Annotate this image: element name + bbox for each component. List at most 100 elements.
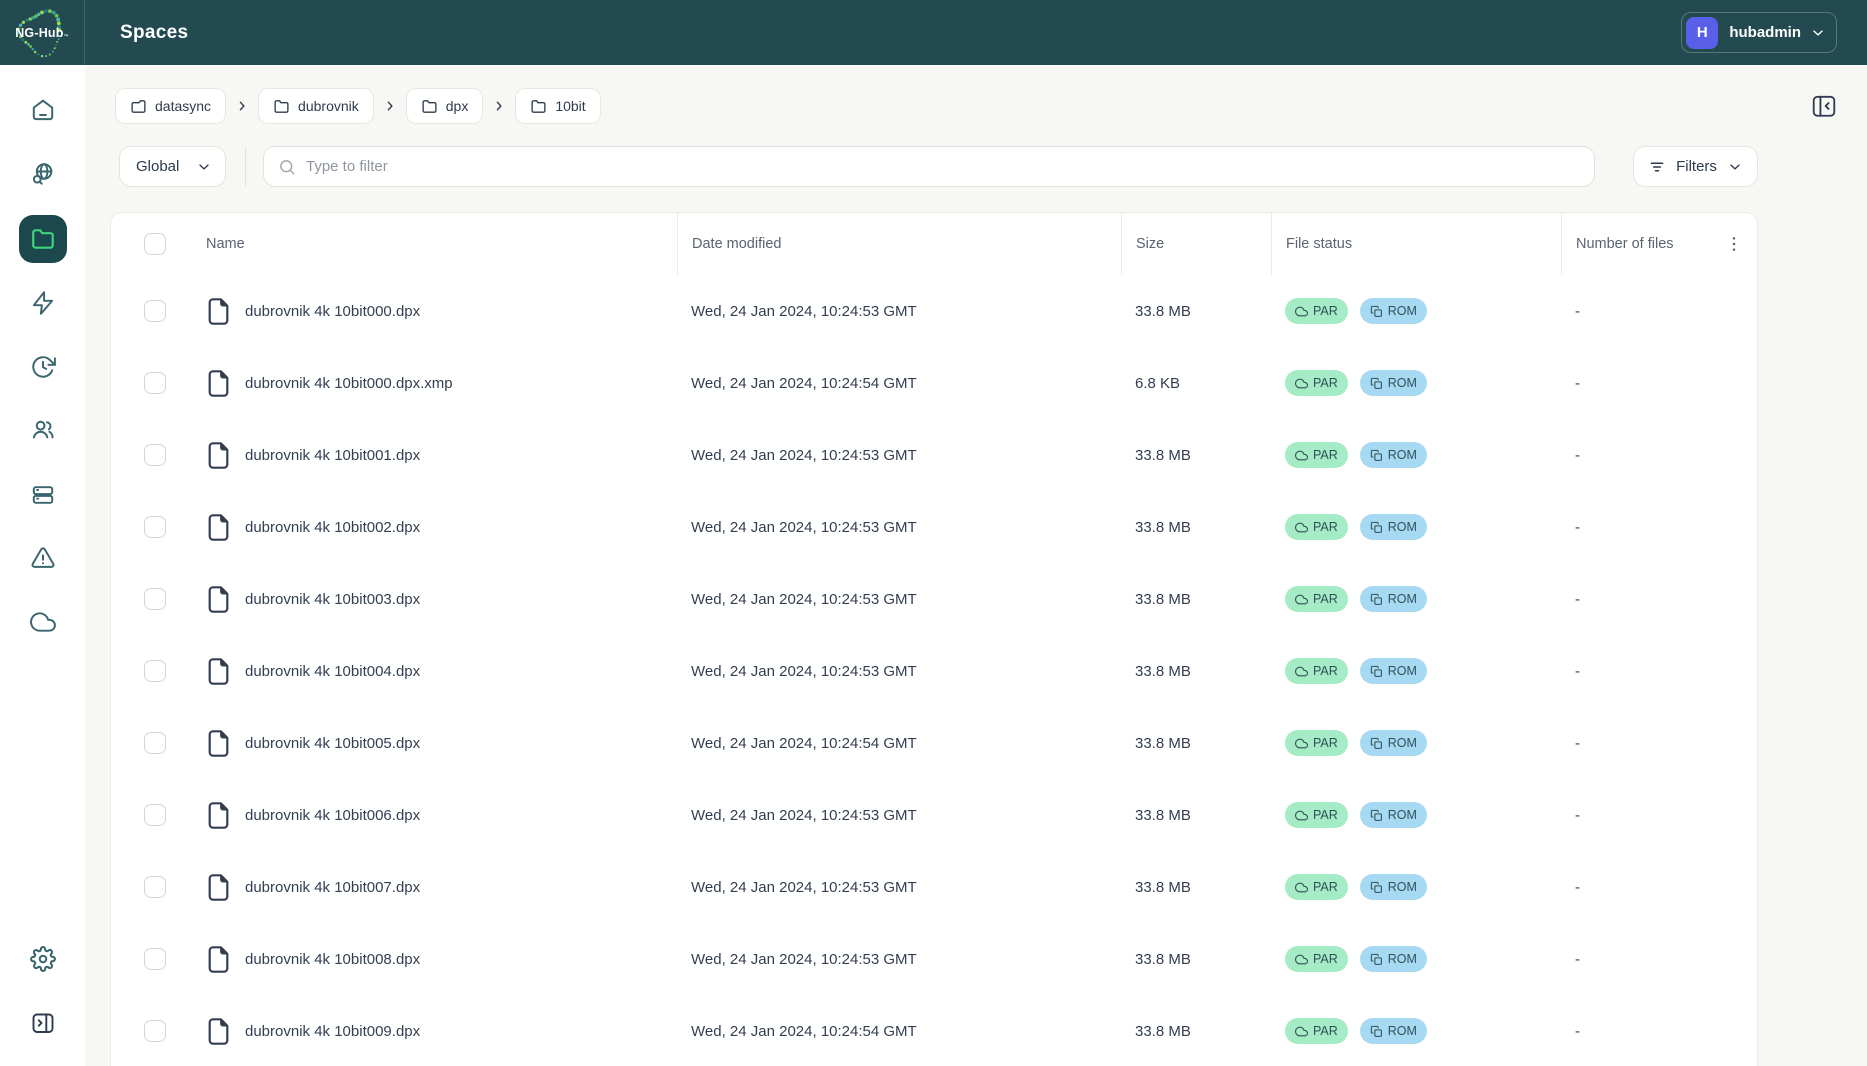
- table-row[interactable]: dubrovnik 4k 10bit009.dpx Wed, 24 Jan 20…: [111, 995, 1757, 1066]
- sidebar-item-discover[interactable]: [19, 150, 67, 198]
- status-badge-par: PAR: [1285, 802, 1348, 828]
- status-badge-par: PAR: [1285, 586, 1348, 612]
- table-row[interactable]: dubrovnik 4k 10bit005.dpx Wed, 24 Jan 20…: [111, 707, 1757, 779]
- date-modified: Wed, 24 Jan 2024, 10:24:53 GMT: [677, 779, 1121, 851]
- warning-triangle-icon: [30, 545, 56, 571]
- table-row[interactable]: dubrovnik 4k 10bit001.dpx Wed, 24 Jan 20…: [111, 419, 1757, 491]
- breadcrumb-item-datasync[interactable]: datasync: [115, 88, 226, 124]
- sidebar-item-home[interactable]: [19, 86, 67, 134]
- file-status: PARROM: [1271, 851, 1561, 923]
- date-modified: Wed, 24 Jan 2024, 10:24:53 GMT: [677, 851, 1121, 923]
- cloud-badge-icon: [1295, 521, 1308, 534]
- name-cell: dubrovnik 4k 10bit001.dpx: [111, 419, 677, 491]
- cloud-badge-icon: [1295, 305, 1308, 318]
- table-options-button[interactable]: [1709, 213, 1758, 275]
- file-icon: [206, 657, 231, 686]
- row-spacer: [1709, 851, 1758, 923]
- right-panel-toggle-button[interactable]: [1806, 88, 1842, 124]
- row-spacer: [1709, 779, 1758, 851]
- home-icon: [30, 97, 56, 123]
- breadcrumb-label: dpx: [446, 98, 469, 114]
- select-all-checkbox[interactable]: [144, 233, 166, 255]
- number-of-files: -: [1561, 275, 1709, 347]
- row-checkbox[interactable]: [144, 372, 166, 394]
- name-cell: dubrovnik 4k 10bit006.dpx: [111, 779, 677, 851]
- sidebar-item-settings[interactable]: [19, 935, 67, 983]
- file-status: PARROM: [1271, 923, 1561, 995]
- user-name: hubadmin: [1729, 24, 1801, 41]
- date-modified: Wed, 24 Jan 2024, 10:24:53 GMT: [677, 275, 1121, 347]
- row-checkbox[interactable]: [144, 876, 166, 898]
- cloud-icon: [30, 609, 56, 635]
- date-modified: Wed, 24 Jan 2024, 10:24:53 GMT: [677, 419, 1121, 491]
- table-row[interactable]: dubrovnik 4k 10bit000.dpx.xmp Wed, 24 Ja…: [111, 347, 1757, 419]
- row-spacer: [1709, 347, 1758, 419]
- app-logo[interactable]: NG-Hub™: [0, 0, 85, 65]
- chevron-right-icon: [235, 99, 249, 113]
- breadcrumb-item-10bit[interactable]: 10bit: [515, 88, 600, 124]
- scope-dropdown-label: Global: [136, 158, 179, 175]
- row-checkbox[interactable]: [144, 588, 166, 610]
- table-row[interactable]: dubrovnik 4k 10bit008.dpx Wed, 24 Jan 20…: [111, 923, 1757, 995]
- file-status: PARROM: [1271, 419, 1561, 491]
- file-name: dubrovnik 4k 10bit001.dpx: [245, 447, 420, 464]
- breadcrumb-separator: [235, 99, 249, 113]
- chevron-down-icon: [1727, 159, 1743, 175]
- column-header-name: Name: [111, 213, 677, 275]
- number-of-files: -: [1561, 347, 1709, 419]
- table-row[interactable]: dubrovnik 4k 10bit004.dpx Wed, 24 Jan 20…: [111, 635, 1757, 707]
- file-size: 33.8 MB: [1121, 851, 1271, 923]
- sidebar-item-storage[interactable]: [19, 471, 67, 519]
- row-checkbox[interactable]: [144, 732, 166, 754]
- globe-search-icon: [30, 161, 56, 187]
- kebab-icon: [1724, 234, 1744, 254]
- sidebar-item-alerts[interactable]: [19, 534, 67, 582]
- file-status: PARROM: [1271, 995, 1561, 1066]
- status-badge-rom: ROM: [1360, 874, 1427, 900]
- cloud-badge-icon: [1295, 593, 1308, 606]
- divider: [245, 148, 246, 186]
- file-name: dubrovnik 4k 10bit007.dpx: [245, 879, 420, 896]
- sidebar-item-history[interactable]: [19, 343, 67, 391]
- table-row[interactable]: dubrovnik 4k 10bit007.dpx Wed, 24 Jan 20…: [111, 851, 1757, 923]
- file-name: dubrovnik 4k 10bit009.dpx: [245, 1023, 420, 1040]
- date-modified: Wed, 24 Jan 2024, 10:24:53 GMT: [677, 491, 1121, 563]
- table-row[interactable]: dubrovnik 4k 10bit002.dpx Wed, 24 Jan 20…: [111, 491, 1757, 563]
- row-checkbox[interactable]: [144, 804, 166, 826]
- row-checkbox[interactable]: [144, 516, 166, 538]
- number-of-files: -: [1561, 419, 1709, 491]
- row-checkbox[interactable]: [144, 660, 166, 682]
- user-menu-button[interactable]: H hubadmin: [1681, 12, 1837, 53]
- search-input[interactable]: [306, 158, 1580, 175]
- row-checkbox[interactable]: [144, 444, 166, 466]
- table-row[interactable]: dubrovnik 4k 10bit006.dpx Wed, 24 Jan 20…: [111, 779, 1757, 851]
- breadcrumb-item-dpx[interactable]: dpx: [406, 88, 484, 124]
- row-spacer: [1709, 995, 1758, 1066]
- breadcrumb-row: datasync dubrovnik dpx 10bit: [115, 88, 1842, 124]
- table-header: Name Date modifiedSizeFile statusNumber …: [111, 213, 1757, 275]
- filters-button[interactable]: Filters: [1633, 146, 1758, 187]
- breadcrumb-item-dubrovnik[interactable]: dubrovnik: [258, 88, 374, 124]
- sidebar-item-expand-panel[interactable]: [19, 999, 67, 1047]
- panel-expand-icon: [31, 1011, 55, 1035]
- table-row[interactable]: dubrovnik 4k 10bit003.dpx Wed, 24 Jan 20…: [111, 563, 1757, 635]
- file-icon: [206, 801, 231, 830]
- row-checkbox[interactable]: [144, 1020, 166, 1042]
- status-badge-rom: ROM: [1360, 514, 1427, 540]
- file-table-card: Name Date modifiedSizeFile statusNumber …: [110, 212, 1758, 1066]
- file-name: dubrovnik 4k 10bit005.dpx: [245, 735, 420, 752]
- row-checkbox[interactable]: [144, 948, 166, 970]
- table-row[interactable]: dubrovnik 4k 10bit000.dpx Wed, 24 Jan 20…: [111, 275, 1757, 347]
- row-checkbox[interactable]: [144, 300, 166, 322]
- sidebar-item-users[interactable]: [19, 406, 67, 454]
- status-badge-par: PAR: [1285, 442, 1348, 468]
- name-cell: dubrovnik 4k 10bit000.dpx: [111, 275, 677, 347]
- cloud-badge-icon: [1295, 953, 1308, 966]
- column-header-number-of-files: Number of files: [1561, 213, 1709, 275]
- file-size: 33.8 MB: [1121, 491, 1271, 563]
- sidebar-item-cloud[interactable]: [19, 598, 67, 646]
- scope-dropdown[interactable]: Global: [119, 146, 226, 187]
- sidebar-item-actions[interactable]: [19, 279, 67, 327]
- status-badge-rom: ROM: [1360, 370, 1427, 396]
- sidebar-item-spaces[interactable]: [19, 215, 67, 263]
